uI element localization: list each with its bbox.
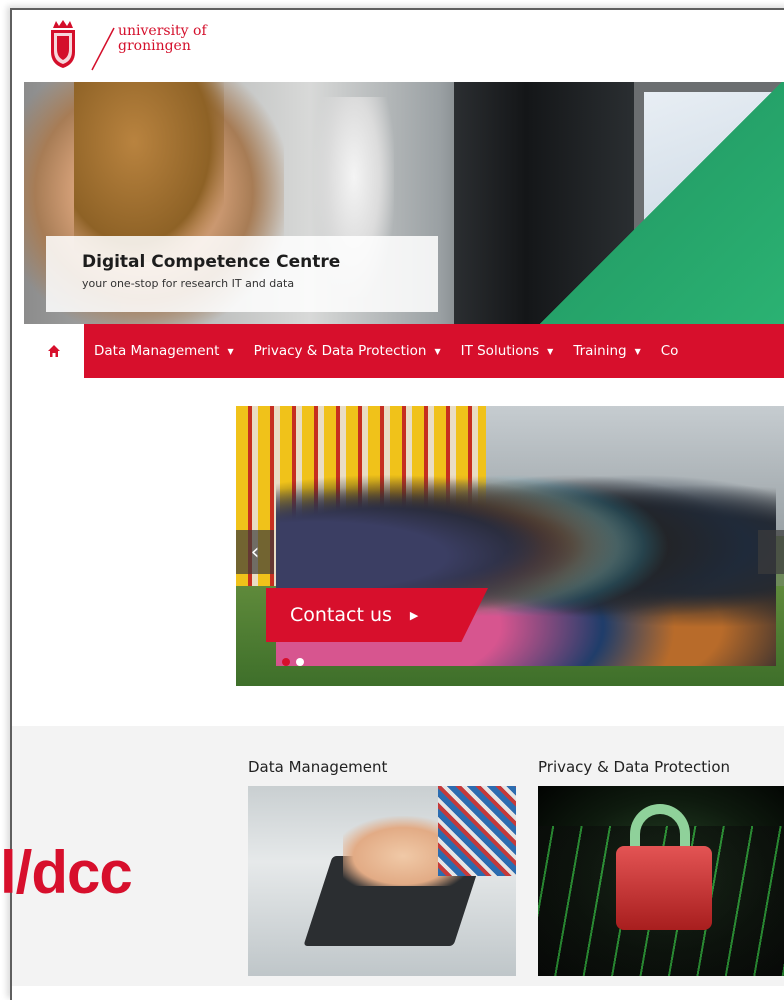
nav-item-contact[interactable]: Co (651, 343, 689, 359)
university-wordmark[interactable]: university of groningen (118, 24, 207, 54)
arrow-right-icon: ▶ (409, 608, 419, 622)
nav-item-label: Training (573, 343, 627, 359)
contact-us-label: Contact us (290, 604, 392, 626)
caret-down-icon: ▼ (634, 346, 641, 356)
caret-down-icon: ▼ (227, 346, 234, 356)
nav-item-label: Privacy & Data Protection (253, 343, 427, 359)
nav-home-button[interactable] (24, 324, 84, 378)
green-triangle-decoration (514, 82, 784, 330)
nav-item-training[interactable]: Training ▼ (563, 343, 650, 359)
hero-banner: Digital Competence Centre your one-stop … (24, 82, 784, 330)
team-photo-carousel[interactable]: ‹ Contact us ▶ (236, 406, 784, 686)
nav-item-label: IT Solutions (460, 343, 540, 359)
contact-us-button[interactable]: Contact us ▶ (266, 588, 488, 642)
overlay-url-text: l/dcc (0, 839, 133, 906)
logo-line2: groningen (118, 38, 191, 54)
privacy-card-image[interactable] (538, 786, 784, 976)
logo-divider (91, 27, 115, 71)
nav-item-label: Data Management (94, 343, 220, 359)
site-header: university of groningen (12, 10, 784, 80)
university-crest-logo[interactable] (48, 18, 78, 70)
hero-caption: Digital Competence Centre your one-stop … (46, 236, 438, 312)
carousel-dot-1[interactable] (282, 658, 290, 666)
caret-down-icon: ▼ (434, 346, 441, 356)
card-title-privacy[interactable]: Privacy & Data Protection (538, 758, 730, 776)
data-management-card-image[interactable] (248, 786, 516, 976)
carousel-prev-button[interactable]: ‹ (236, 530, 274, 574)
carousel-dot-2[interactable] (296, 658, 304, 666)
padlock-icon (616, 846, 712, 930)
carousel-indicators (282, 658, 304, 666)
nav-item-label: Co (660, 343, 679, 359)
caret-down-icon: ▼ (547, 346, 554, 356)
home-icon (48, 345, 60, 357)
nav-item-it-solutions[interactable]: IT Solutions ▼ (451, 343, 564, 359)
plaid-sleeve-image (438, 786, 516, 876)
card-title-data-management[interactable]: Data Management (248, 758, 387, 776)
carousel-next-button[interactable] (758, 530, 784, 574)
main-navigation: Data Management ▼ Privacy & Data Protect… (24, 324, 784, 378)
nav-item-data-management[interactable]: Data Management ▼ (84, 343, 244, 359)
chevron-left-icon: ‹ (250, 539, 260, 565)
logo-line1: university of (118, 23, 207, 39)
researcher-hair-image (74, 82, 224, 262)
nav-item-privacy[interactable]: Privacy & Data Protection ▼ (244, 343, 451, 359)
hero-subtitle: your one-stop for research IT and data (82, 277, 295, 290)
hero-title: Digital Competence Centre (82, 252, 341, 272)
